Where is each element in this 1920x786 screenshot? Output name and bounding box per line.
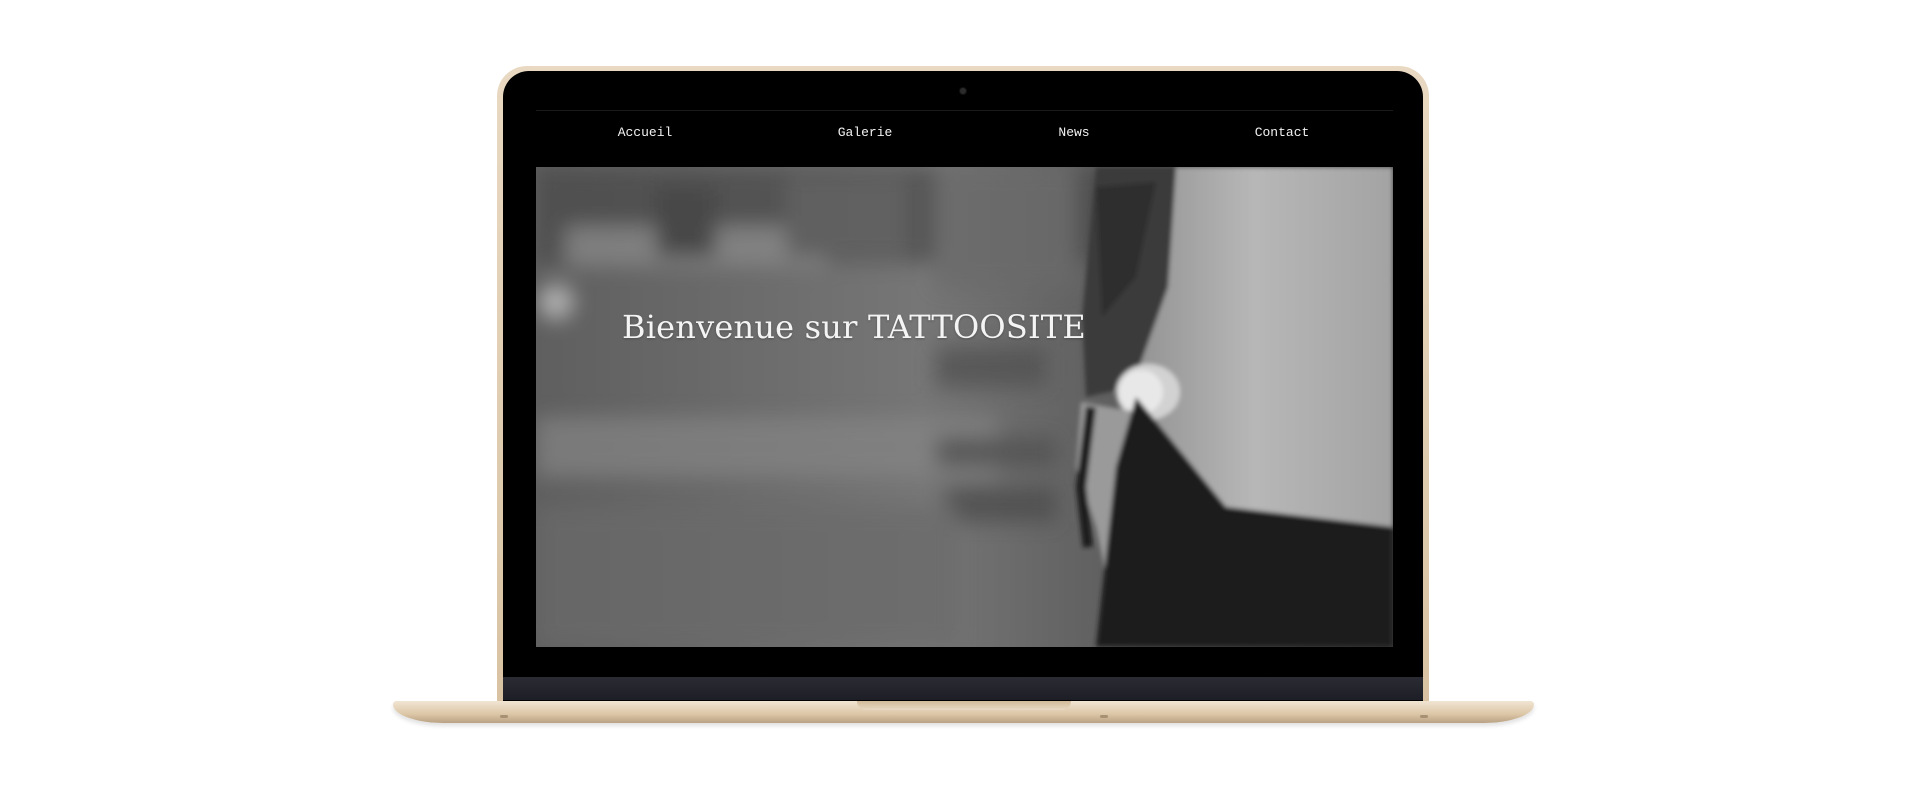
nav-item-galerie[interactable]: Galerie xyxy=(838,125,893,141)
camera-icon xyxy=(960,88,966,94)
laptop-mockup: Accueil Galerie News Contact Bienvenue s… xyxy=(0,0,1920,786)
website-screen: Accueil Galerie News Contact Bienvenue s… xyxy=(536,110,1393,647)
laptop-hinge xyxy=(503,677,1423,700)
hero-banner: Bienvenue sur TATTOOSITE xyxy=(536,167,1393,647)
laptop-notch xyxy=(857,701,1071,710)
laptop-foot-left xyxy=(500,715,508,718)
hero-title: Bienvenue sur TATTOOSITE xyxy=(622,308,1086,346)
nav-item-accueil[interactable]: Accueil xyxy=(618,125,673,141)
hero-photo xyxy=(536,167,1393,647)
main-navigation: Accueil Galerie News Contact xyxy=(536,110,1393,168)
nav-item-news[interactable]: News xyxy=(1058,125,1089,141)
screen-bottom-bezel xyxy=(536,647,1393,675)
nav-item-contact[interactable]: Contact xyxy=(1255,125,1310,141)
laptop-foot-right xyxy=(1420,715,1428,718)
laptop-foot-center xyxy=(1100,715,1108,718)
